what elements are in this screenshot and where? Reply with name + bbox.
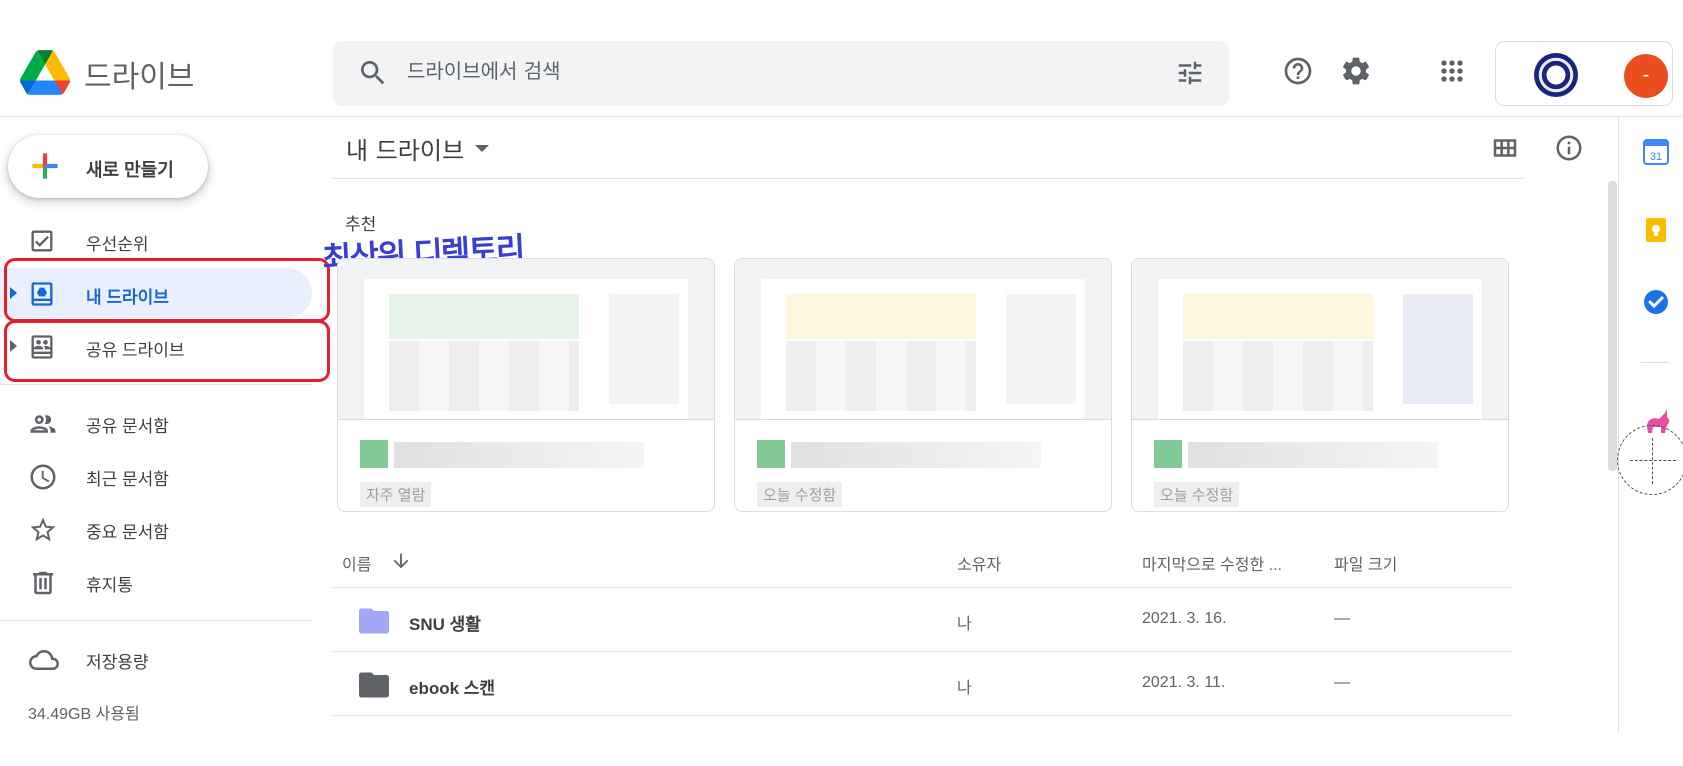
sidebar-item-label: 저장용량 xyxy=(86,653,149,672)
column-header-owner[interactable]: 소유자 xyxy=(957,551,1001,575)
priority-check-icon xyxy=(31,230,53,252)
app-title: 드라이브 xyxy=(84,60,195,95)
blurred-file-name xyxy=(1188,442,1438,468)
table-row[interactable]: ebook 스캔 나 2021. 3. 11. — xyxy=(333,652,1513,716)
cursor-indicator xyxy=(1617,425,1683,495)
avatar[interactable]: - xyxy=(1624,54,1668,98)
column-header-modified[interactable]: 마지막으로 수정한 ... xyxy=(1142,551,1282,575)
suggested-file-card[interactable]: 자주 열람 xyxy=(337,258,715,512)
sidebar-item-shared-with-me[interactable]: 공유 문서함 xyxy=(0,397,312,447)
sheets-file-icon xyxy=(360,440,388,468)
new-button[interactable]: 새로 만들기 xyxy=(8,135,208,198)
people-icon xyxy=(30,415,56,433)
drive-logo-icon[interactable] xyxy=(20,50,70,95)
sidebar-item-recent[interactable]: 최근 문서함 xyxy=(0,450,312,500)
suggestion-reason: 자주 열람 xyxy=(360,482,432,507)
trash-icon xyxy=(33,571,53,595)
suggestion-reason: 오늘 수정함 xyxy=(1154,482,1240,507)
suggested-file-card[interactable]: 오늘 수정함 xyxy=(1131,258,1509,512)
sidebar-item-label: 중요 문서함 xyxy=(86,523,169,542)
cloud-icon xyxy=(29,650,59,670)
table-row[interactable]: SNU 생활 나 2021. 3. 16. — xyxy=(333,588,1513,652)
sidebar-divider xyxy=(0,620,312,621)
file-thumbnail xyxy=(1132,259,1508,419)
file-name: SNU 생활 xyxy=(409,615,481,634)
help-icon[interactable] xyxy=(1282,55,1314,87)
sidebar-item-label: 공유 문서함 xyxy=(86,417,169,436)
file-thumbnail xyxy=(338,259,714,419)
folder-icon xyxy=(359,672,389,698)
file-size: — xyxy=(1334,674,1350,691)
suggestion-reason: 오늘 수정함 xyxy=(757,482,843,507)
sidebar-item-starred[interactable]: 중요 문서함 xyxy=(0,503,312,553)
caret-down-icon[interactable] xyxy=(475,145,489,152)
search-icon[interactable] xyxy=(357,57,389,89)
star-icon xyxy=(30,517,56,542)
sidebar-item-label: 휴지통 xyxy=(86,576,133,595)
row-divider xyxy=(333,715,1513,716)
settings-gear-icon[interactable] xyxy=(1340,55,1372,87)
annotation-box-my-drive xyxy=(4,258,330,322)
column-name-label: 이름 xyxy=(342,557,372,574)
sort-arrow-down-icon[interactable] xyxy=(390,550,412,572)
file-thumbnail xyxy=(735,259,1111,419)
side-panel-divider xyxy=(1641,362,1669,363)
search-input[interactable] xyxy=(407,59,1107,83)
column-header-size[interactable]: 파일 크기 xyxy=(1334,551,1397,575)
storage-usage: 34.49GB 사용됨 xyxy=(28,706,140,723)
keep-icon[interactable] xyxy=(1643,217,1669,243)
plus-icon xyxy=(32,153,58,179)
sheets-file-icon xyxy=(1154,440,1182,468)
calendar-day: 31 xyxy=(1650,151,1662,163)
file-size: — xyxy=(1334,610,1350,627)
vertical-scrollbar[interactable] xyxy=(1608,181,1617,471)
blurred-file-name xyxy=(394,442,644,468)
file-owner: 나 xyxy=(957,680,972,697)
sidebar-divider xyxy=(0,384,312,385)
file-modified: 2021. 3. 11. xyxy=(1142,674,1226,691)
sheets-file-icon xyxy=(757,440,785,468)
folder-icon xyxy=(359,608,389,634)
blurred-file-name xyxy=(791,442,1041,468)
top-bar: 드라이브 - xyxy=(0,0,1683,117)
recommended-label: 추천 xyxy=(345,215,377,234)
apps-grid-icon[interactable] xyxy=(1436,55,1468,87)
title-divider xyxy=(333,178,1523,179)
account-switcher[interactable]: - xyxy=(1495,41,1673,106)
search-options-icon[interactable] xyxy=(1175,58,1205,88)
sidebar-item-storage[interactable]: 저장용량 xyxy=(0,633,312,683)
file-modified: 2021. 3. 16. xyxy=(1142,610,1227,627)
file-owner: 나 xyxy=(957,616,972,633)
sidebar-item-trash[interactable]: 휴지통 xyxy=(0,556,312,606)
tasks-icon[interactable] xyxy=(1643,289,1669,315)
calendar-icon[interactable]: 31 xyxy=(1643,139,1669,165)
new-button-label: 새로 만들기 xyxy=(86,160,174,180)
page-title[interactable]: 내 드라이브 xyxy=(346,131,464,166)
column-header-name[interactable]: 이름 xyxy=(342,551,409,575)
search-bar[interactable] xyxy=(333,41,1229,106)
grid-view-icon[interactable] xyxy=(1490,133,1520,163)
sidebar-item-label: 최근 문서함 xyxy=(86,470,169,489)
file-name: ebook 스캔 xyxy=(409,679,496,698)
organization-logo-icon xyxy=(1534,53,1578,97)
sidebar-item-label: 우선순위 xyxy=(86,235,149,254)
suggested-file-card[interactable]: 오늘 수정함 xyxy=(734,258,1112,512)
annotation-box-shared-drives xyxy=(4,320,330,382)
info-icon[interactable] xyxy=(1554,133,1584,163)
clock-icon xyxy=(30,464,56,490)
